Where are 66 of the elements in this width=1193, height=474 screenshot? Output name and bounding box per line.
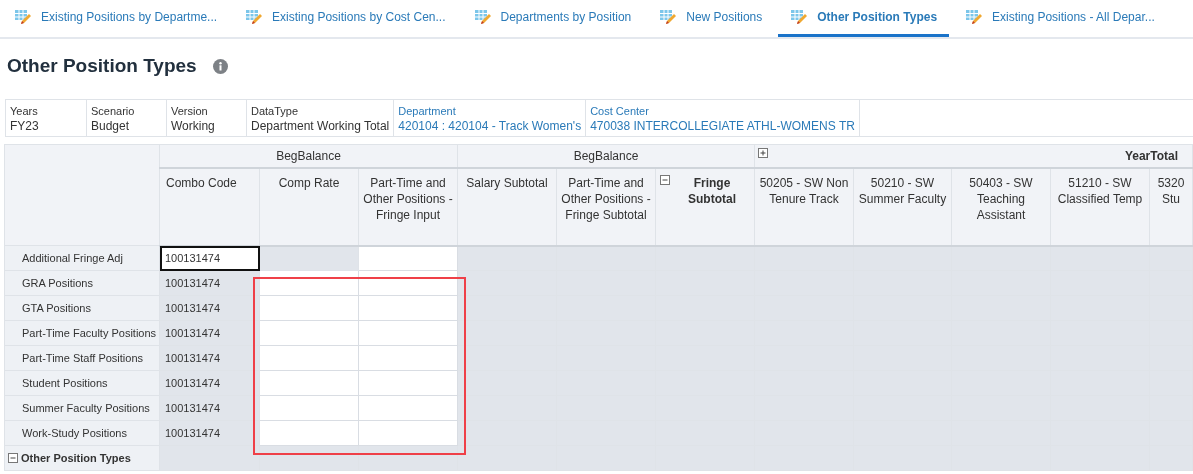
edit-grid-icon	[659, 9, 678, 25]
pov-label: Scenario	[91, 105, 136, 118]
row-header: GTA Positions	[22, 302, 91, 314]
pov-label: Years	[10, 105, 39, 118]
column-header: Part-Time and Other Positions - Fringe Input	[363, 174, 453, 223]
column-group-header: YearTotal	[1124, 148, 1178, 163]
input-cell[interactable]	[358, 420, 458, 446]
column-group-header: BegBalance	[573, 148, 639, 163]
edit-grid-icon	[473, 9, 492, 25]
column-header: Part-Time and Other Positions - Fringe Subtotal	[561, 174, 651, 223]
input-cell[interactable]	[358, 345, 458, 371]
expand-icon[interactable]	[758, 148, 768, 158]
row-header: Work-Study Positions	[22, 427, 127, 439]
pov-link[interactable]: 420104 : 420104 - Track Women's	[398, 118, 582, 135]
column-header: 51210 - SW Classified Temp	[1056, 174, 1144, 207]
pov-value: Working	[171, 118, 216, 135]
row-header: Part-Time Staff Positions	[22, 352, 144, 364]
column-header: 5320 Stu	[1156, 174, 1186, 207]
pov-label: Cost Center	[590, 105, 650, 118]
edit-grid-icon	[790, 9, 809, 25]
page-title: Other Position Types	[7, 54, 197, 77]
input-cell[interactable]	[259, 320, 359, 346]
pov-value: FY23	[10, 118, 40, 135]
input-cell[interactable]	[259, 295, 359, 321]
input-cell[interactable]	[259, 345, 359, 371]
input-cell[interactable]	[358, 245, 458, 271]
column-header: Fringe Subtotal	[687, 174, 737, 207]
input-cell[interactable]	[259, 395, 359, 421]
column-header: Comp Rate	[278, 174, 340, 191]
tab[interactable]: Existing Positions by Cost Cen...	[243, 0, 458, 37]
input-cell[interactable]	[358, 320, 458, 346]
collapse-icon[interactable]	[8, 453, 18, 463]
pov-label: Department	[398, 105, 457, 118]
tab[interactable]: Existing Positions - All Depar...	[963, 0, 1167, 37]
input-cell[interactable]	[358, 295, 458, 321]
column-group-header: BegBalance	[276, 148, 341, 163]
tab[interactable]: Departments by Position	[471, 0, 644, 37]
column-header: 50403 - SW Teaching Assistant	[968, 174, 1034, 223]
tab[interactable]: New Positions	[657, 0, 775, 37]
tab[interactable]: Existing Positions by Departme...	[12, 0, 230, 37]
pov-label: Version	[171, 105, 209, 118]
edit-grid-icon	[245, 9, 264, 25]
input-cell[interactable]	[358, 370, 458, 396]
input-cell[interactable]	[358, 395, 458, 421]
input-cell[interactable]	[259, 370, 359, 396]
table-cell[interactable]: 100131474	[159, 245, 260, 271]
input-cell[interactable]	[259, 420, 359, 446]
row-header: Additional Fringe Adj	[22, 252, 123, 264]
info-icon[interactable]	[212, 58, 228, 74]
row-header: Student Positions	[22, 377, 108, 389]
tab[interactable]: Other Position Types	[778, 0, 950, 37]
row-header: GRA Positions	[22, 277, 93, 289]
pov-value: Department Working Total	[251, 118, 390, 135]
column-header: 50210 - SW Summer Faculty	[858, 174, 947, 207]
collapse-icon[interactable]	[660, 174, 670, 185]
column-header: Salary Subtotal	[466, 174, 548, 191]
column-header: Combo Code	[166, 174, 237, 191]
row-header: Part-Time Faculty Positions	[22, 327, 157, 339]
pov-value: Budget	[91, 118, 131, 135]
column-header: 50205 - SW Non Tenure Track	[759, 174, 849, 207]
pov-label: DataType	[251, 105, 300, 118]
row-header: Other Position Types	[21, 452, 131, 464]
edit-grid-icon	[965, 9, 984, 25]
row-header: Summer Faculty Positions	[22, 402, 150, 414]
pov-link[interactable]: 470038 INTERCOLLEGIATE ATHL-WOMENS TR	[590, 118, 855, 135]
edit-grid-icon	[14, 9, 32, 25]
